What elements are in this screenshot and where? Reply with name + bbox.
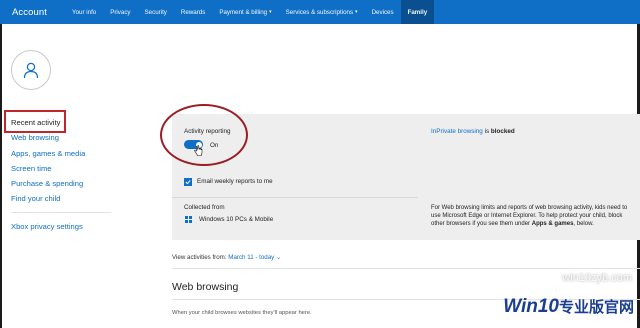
web-browsing-heading: Web browsing — [172, 281, 239, 293]
checkmark-icon — [185, 180, 191, 185]
windows-logo-icon — [185, 216, 192, 223]
logo-pane — [189, 220, 192, 223]
view-activities-filter: View activities from: March 11 - today ⌄ — [172, 254, 281, 261]
watermark-url: win10zyb.com — [562, 272, 632, 284]
date-range-dropdown[interactable]: March 11 - today ⌄ — [228, 254, 281, 261]
tab-family[interactable]: Family — [400, 0, 435, 24]
help-text-part1: For Web browsing limits and reports of w… — [431, 205, 628, 228]
collected-devices: Windows 10 PCs & Mobile — [199, 216, 274, 223]
person-icon — [23, 62, 39, 79]
tab-devices[interactable]: Devices — [365, 0, 401, 24]
watermark-brand-cn: 专业版官网 — [558, 299, 634, 316]
chevron-down-icon: ⌄ — [276, 254, 282, 261]
tab-your-info[interactable]: Your info — [65, 0, 103, 24]
browser-help-text: For Web browsing limits and reports of w… — [431, 204, 631, 229]
nav-tabs: Your info Privacy Security Rewards Payme… — [65, 0, 435, 24]
sidebar-divider — [11, 212, 111, 213]
tab-privacy[interactable]: Privacy — [103, 0, 137, 24]
sidebar-item-apps-games-media[interactable]: Apps, games & media — [11, 146, 131, 161]
annotation-box — [4, 110, 66, 133]
email-reports-label: Email weekly reports to me — [197, 178, 273, 185]
web-browsing-description: When your child browses websites they'll… — [172, 310, 312, 316]
tab-services-subscriptions[interactable]: Services & subscriptions ▾ — [279, 0, 365, 24]
logo-pane — [185, 216, 188, 219]
tab-security[interactable]: Security — [138, 0, 174, 24]
chevron-down-icon: ▾ — [355, 9, 358, 15]
top-nav-bar: Account Your info Privacy Security Rewar… — [0, 0, 640, 24]
collected-from-label: Collected from — [184, 204, 225, 211]
sidebar-item-find-your-child[interactable]: Find your child — [11, 191, 131, 206]
tab-payment-billing-label: Payment & billing — [219, 8, 268, 16]
logo-pane — [185, 220, 188, 223]
annotation-circle — [160, 104, 248, 166]
date-range-value: March 11 - today — [228, 254, 275, 261]
xbox-privacy-settings-link[interactable]: Xbox privacy settings — [11, 222, 83, 231]
help-text-bold: Apps & games — [531, 221, 574, 228]
screen-frame-left — [0, 24, 2, 328]
view-activities-label: View activities from: — [172, 254, 227, 261]
section-divider — [172, 268, 640, 269]
watermark-brand: Win10专业版官网 — [503, 296, 634, 318]
tab-services-label: Services & subscriptions — [285, 8, 354, 16]
help-text-part2: , below. — [573, 221, 594, 228]
tab-rewards[interactable]: Rewards — [174, 0, 212, 24]
inprivate-is: is — [484, 128, 490, 135]
tab-payment-billing[interactable]: Payment & billing ▾ — [212, 0, 278, 24]
email-reports-checkbox[interactable] — [184, 178, 192, 186]
inprivate-status: InPrivate browsing is blocked — [431, 128, 515, 135]
chevron-down-icon: ▾ — [269, 9, 272, 15]
logo-pane — [189, 216, 192, 219]
card-divider — [172, 197, 418, 198]
sidebar-item-purchase-spending[interactable]: Purchase & spending — [11, 176, 131, 191]
avatar[interactable] — [11, 50, 51, 90]
account-brand[interactable]: Account — [0, 7, 65, 18]
sidebar-item-screen-time[interactable]: Screen time — [11, 161, 131, 176]
watermark-brand-name: Win10 — [503, 296, 559, 317]
inprivate-blocked: blocked — [490, 128, 515, 135]
inprivate-browsing-link[interactable]: InPrivate browsing — [431, 128, 483, 135]
